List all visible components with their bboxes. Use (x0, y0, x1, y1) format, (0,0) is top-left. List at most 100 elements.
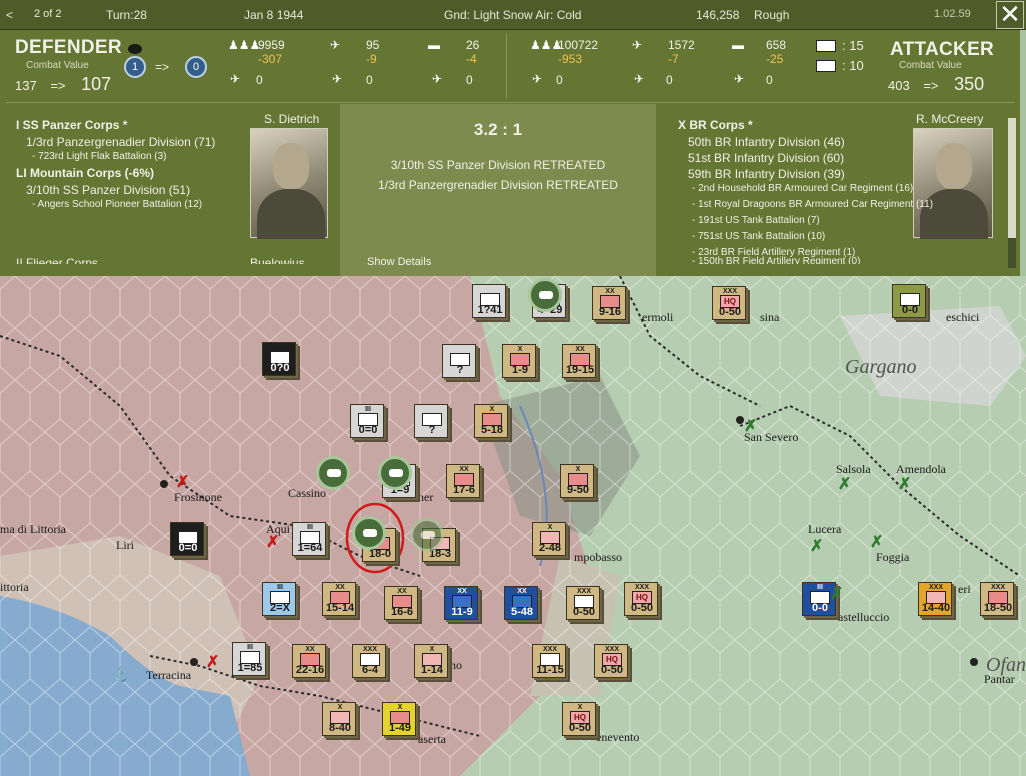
unit-counter[interactable]: III 1=64 (292, 522, 326, 556)
defender-unit-line[interactable]: 3/10th SS Panzer Division (51) (26, 183, 190, 197)
unit-counter[interactable]: III 1=85 (232, 642, 266, 676)
unit-counter[interactable]: X 5-18 (474, 404, 508, 438)
defender-unit-line[interactable]: I SS Panzer Corps * (16, 118, 127, 132)
unit-strength-label: 0-50 (568, 722, 592, 734)
tank-icon: ▬ (732, 38, 744, 52)
attacker-stats-air: 1572 -7 (668, 38, 695, 66)
unit-counter[interactable]: X 1-49 (382, 702, 416, 736)
unit-counter[interactable]: ? (442, 344, 476, 378)
armor-reserve-icon[interactable] (410, 518, 444, 552)
unit-counter[interactable]: X 9-50 (560, 464, 594, 498)
unit-counter[interactable]: 0=0 (170, 522, 204, 556)
defender-unit-line[interactable]: - 723rd Light Flak Battalion (3) (32, 151, 167, 162)
unit-counter[interactable]: X 1-9 (502, 344, 536, 378)
attacker-cv: 403 => 350 (888, 74, 984, 95)
defender-unit-line[interactable]: LI Mountain Corps (-6%) (16, 166, 154, 180)
attacker-row2-a: 0 (556, 73, 563, 87)
hex-map[interactable]: Frosinone Cassino Aqui Liri Terracina ma di L… (0, 276, 1026, 776)
unit-counter[interactable]: XXX 18-50 (980, 582, 1014, 616)
unit-counter[interactable]: XX 16-6 (384, 586, 418, 620)
place-label: ma di Littoria (0, 522, 66, 536)
attacker-cv-arrow: => (923, 78, 939, 93)
attacker-unit-line[interactable]: - 191st US Tank Battalion (7) (692, 215, 820, 226)
unit-strength-label: 1-49 (388, 722, 412, 734)
unit-size-label: XX (459, 466, 469, 473)
unit-counter[interactable]: XX 11-9 (444, 586, 478, 620)
show-details-link[interactable]: Show Details (367, 256, 431, 268)
attacker-tanks-loss: -25 (766, 52, 784, 66)
selected-armor-icon[interactable] (352, 516, 386, 550)
place-label: Liri (116, 538, 134, 552)
unit-counter[interactable]: XXX HQ 0-50 (624, 582, 658, 616)
back-button[interactable]: < (6, 8, 13, 22)
attacker-unit-line[interactable]: 59th BR Infantry Division (39) (688, 167, 845, 181)
unit-counter[interactable]: X 2-48 (532, 522, 566, 556)
unit-counter[interactable]: XXX 11-15 (532, 644, 566, 678)
unit-strength-label: 18-0 (368, 548, 392, 560)
unit-counter[interactable]: XXX HQ 0-50 (594, 644, 628, 678)
defender-unit-line[interactable]: - Angers School Pioneer Battalion (12) (32, 199, 202, 210)
place-label: astelluccio (838, 610, 890, 624)
attacker-cv-label: Combat Value (899, 60, 962, 71)
attacker-unit-line[interactable]: 50th BR Infantry Division (46) (688, 135, 845, 149)
place-label: Frosinone (174, 490, 222, 504)
attacker-row2-c: 0 (766, 73, 773, 87)
unit-counter[interactable]: 1?41 (472, 284, 506, 318)
unit-size-label: XXX (990, 584, 1005, 591)
unit-counter[interactable]: XX 17-6 (446, 464, 480, 498)
unit-counter[interactable]: XXX HQ 0-50 (712, 286, 746, 320)
defender-cv: 137 => 107 (15, 74, 111, 95)
defender-cv-arrow: => (50, 78, 66, 93)
unit-counter[interactable]: 0-0 (892, 284, 926, 318)
unit-strength-label: 1=64 (297, 542, 323, 554)
close-button[interactable]: ✕ (996, 1, 1024, 29)
attacker-unit-line[interactable]: - 2nd Household BR Armoured Car Regiment… (692, 183, 913, 194)
unit-counter[interactable]: III 2=X (262, 582, 296, 616)
armor-reserve-icon[interactable] (528, 278, 562, 312)
unit-size-label: XXX (928, 584, 943, 591)
unit-size-label: X (575, 466, 581, 473)
unit-size-label: III (365, 406, 371, 413)
fighter-icon: ✈ (532, 72, 543, 86)
attacker-unit-line[interactable]: 51st BR Infantry Division (60) (688, 151, 844, 165)
unit-counter[interactable]: III 0=0 (350, 404, 384, 438)
city-dot (190, 658, 198, 666)
unit-counter[interactable]: XX 19-15 (562, 344, 596, 378)
unit-counter[interactable]: XXX 0-50 (566, 586, 600, 620)
attacker-unit-line[interactable]: - 751st US Tank Battalion (10) (692, 231, 825, 242)
attacker-unit-line[interactable]: - 1st Royal Dragoons BR Armoured Car Reg… (692, 199, 933, 210)
unit-counter[interactable]: X 8-40 (322, 702, 356, 736)
unit-counter[interactable]: XX 22-16 (292, 644, 326, 678)
attacker-list-scrollbar[interactable] (1008, 118, 1016, 268)
unit-counter[interactable]: X 1-14 (414, 644, 448, 678)
unit-counter[interactable]: XX 15-14 (322, 582, 356, 616)
aircraft-icon: ✈ (632, 38, 643, 52)
defender-unit-line[interactable]: 1/3rd Panzergrenadier Division (71) (26, 135, 215, 149)
result-message-1: 3/10th SS Panzer Division RETREATED (390, 158, 606, 172)
unit-counter[interactable]: X HQ 0-50 (562, 702, 596, 736)
defender-cv-from: 137 (15, 78, 37, 93)
unit-strength-label: 0-50 (600, 664, 624, 676)
attacker-stat-15: : 15 (842, 38, 864, 53)
terrain-label: Rough (754, 8, 790, 22)
unit-strength-label: 9-16 (598, 306, 622, 318)
unit-strength-label: 0-50 (718, 306, 742, 318)
attacker-unit-line[interactable]: - 23rd BR Field Artillery Regiment (1) (692, 247, 855, 258)
airbase-icon: ✗ (744, 418, 758, 435)
unit-counter[interactable]: 0?0 (262, 342, 296, 376)
armor-reserve-icon[interactable] (316, 456, 350, 490)
version-label: 1.02.59 (934, 8, 971, 20)
unit-strength-label: 17-6 (452, 484, 476, 496)
unit-counter[interactable]: XX 9-16 (592, 286, 626, 320)
scrollbar-thumb[interactable] (1008, 118, 1016, 238)
odds-ratio: 3.2 : 1 (473, 120, 523, 139)
defender-men-loss: -307 (258, 52, 283, 66)
unit-counter[interactable]: XX 5-48 (504, 586, 538, 620)
unit-counter[interactable]: ? (414, 404, 448, 438)
aircraft-icon: ✈ (330, 38, 341, 52)
armor-reserve-icon[interactable] (378, 456, 412, 490)
unit-size-label: XX (605, 288, 615, 295)
unit-counter[interactable]: XXX 6-4 (352, 644, 386, 678)
attacker-unit-line[interactable]: X BR Corps * (678, 118, 753, 132)
unit-counter[interactable]: XXX 14-40 (918, 582, 952, 616)
